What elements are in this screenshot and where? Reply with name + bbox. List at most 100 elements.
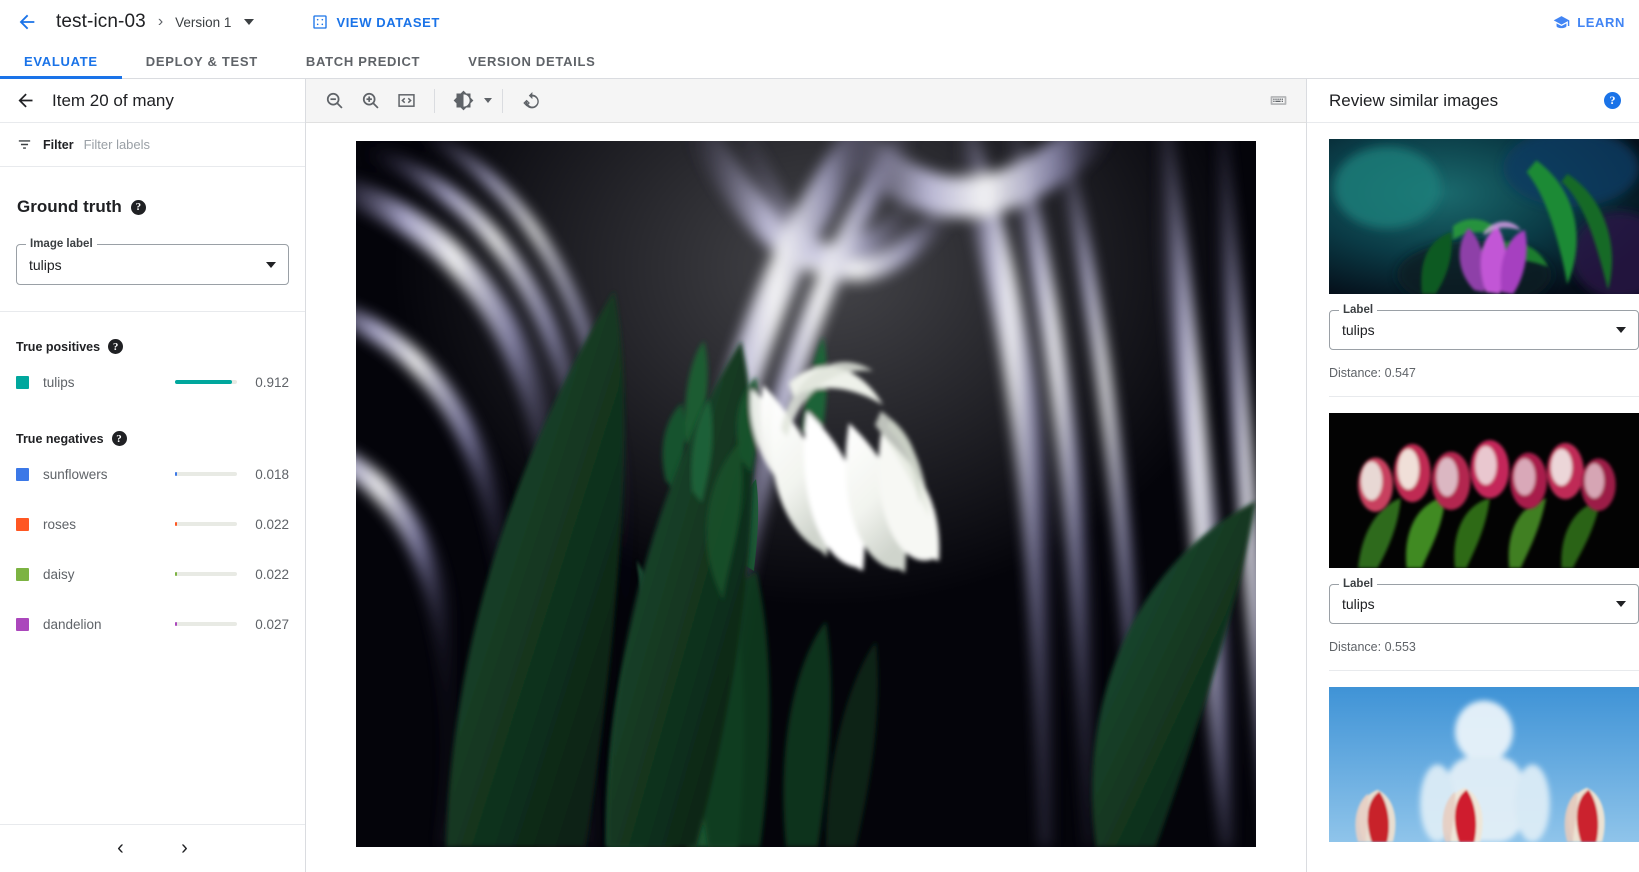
keyboard-shortcuts-button[interactable] xyxy=(1260,83,1296,119)
score-bar-fill xyxy=(175,522,177,526)
chevron-down-icon xyxy=(1616,601,1626,607)
image-viewer xyxy=(306,79,1306,872)
similar-image-thumbnail[interactable] xyxy=(1329,687,1639,842)
zoom-in-icon xyxy=(360,90,381,111)
similar-image-graphic-3 xyxy=(1329,687,1639,842)
model-name: test-icn-03 xyxy=(56,11,146,33)
similar-images-list[interactable]: Label tulips Distance: 0.547 xyxy=(1307,123,1639,872)
similar-label-legend: Label xyxy=(1339,304,1377,316)
prediction-row: sunflowers 0.018 xyxy=(16,452,289,496)
toolbar-divider xyxy=(434,89,435,113)
true-negatives-heading: True negatives ? xyxy=(16,431,289,446)
filter-label: Filter xyxy=(43,138,74,152)
view-dataset-button[interactable]: VIEW DATASET xyxy=(312,14,440,30)
similar-label-value: tulips xyxy=(1342,322,1375,338)
similar-label-select[interactable]: Label tulips xyxy=(1329,584,1639,624)
tab-version-details[interactable]: VERSION DETAILS xyxy=(444,44,619,78)
score-bar xyxy=(175,380,237,384)
legend-swatch xyxy=(16,376,29,389)
score-bar-fill xyxy=(175,472,177,476)
filter-input[interactable]: Filter labels xyxy=(84,137,150,152)
similar-image-thumbnail[interactable] xyxy=(1329,413,1639,568)
similar-image-card: Label tulips xyxy=(1329,671,1639,842)
similar-image-card: Label tulips Distance: 0.553 xyxy=(1329,397,1639,671)
help-icon[interactable]: ? xyxy=(108,339,123,354)
similar-distance: Distance: 0.547 xyxy=(1329,366,1639,380)
similar-label-legend: Label xyxy=(1339,578,1377,590)
filter-bar[interactable]: Filter Filter labels xyxy=(0,123,305,167)
arrow-back-icon xyxy=(15,90,36,111)
legend-swatch xyxy=(16,468,29,481)
left-panel-header: Item 20 of many xyxy=(0,79,305,123)
prediction-score: 0.018 xyxy=(237,467,289,482)
item-navigation: ‹ › xyxy=(0,824,305,872)
similar-image-graphic-1 xyxy=(1329,139,1639,294)
similar-image-thumbnail[interactable] xyxy=(1329,139,1639,294)
help-icon[interactable]: ? xyxy=(131,200,146,215)
image-label-legend: Image label xyxy=(26,238,97,250)
prediction-score: 0.022 xyxy=(237,517,289,532)
fit-to-width-icon xyxy=(396,90,417,111)
tab-evaluate[interactable]: EVALUATE xyxy=(0,44,122,78)
main-image[interactable] xyxy=(356,141,1256,847)
breadcrumb-separator: › xyxy=(158,13,163,31)
zoom-in-button[interactable] xyxy=(352,83,388,119)
item-back-button[interactable] xyxy=(8,84,42,118)
brightness-dropdown-caret[interactable] xyxy=(484,98,492,103)
version-selector[interactable]: Version 1 xyxy=(175,15,254,30)
brightness-contrast-button[interactable] xyxy=(445,83,481,119)
similar-image-card: Label tulips Distance: 0.547 xyxy=(1329,123,1639,397)
tab-deploy-and-test[interactable]: DEPLOY & TEST xyxy=(122,44,282,78)
ground-truth-heading: Ground truth ? xyxy=(16,197,289,217)
image-label-select[interactable]: Image label tulips xyxy=(16,244,289,285)
fit-to-width-button[interactable] xyxy=(388,83,424,119)
ground-truth-label: Ground truth xyxy=(17,197,122,217)
true-positives-label: True positives xyxy=(16,340,100,354)
back-button[interactable] xyxy=(10,5,44,39)
help-icon[interactable]: ? xyxy=(112,431,127,446)
chevron-down-icon xyxy=(266,262,276,268)
tab-bar: EVALUATE DEPLOY & TEST BATCH PREDICT VER… xyxy=(0,44,1639,79)
similar-label-value: tulips xyxy=(1342,596,1375,612)
image-label-value: tulips xyxy=(29,257,62,273)
learn-label: LEARN xyxy=(1577,15,1625,30)
next-item-button[interactable]: › xyxy=(168,832,202,866)
chevron-down-icon xyxy=(244,19,254,25)
right-panel-header: Review similar images ? xyxy=(1307,79,1639,123)
previous-item-button[interactable]: ‹ xyxy=(104,832,138,866)
top-header: test-icn-03 › Version 1 VIEW DATASET LEA… xyxy=(0,0,1639,44)
score-bar xyxy=(175,622,237,626)
prediction-row: daisy 0.022 xyxy=(16,552,289,596)
prediction-score: 0.027 xyxy=(237,617,289,632)
filter-list-icon xyxy=(16,136,33,153)
score-bar-fill xyxy=(175,572,177,576)
brightness-contrast-icon xyxy=(453,90,474,111)
graduation-cap-icon xyxy=(1553,14,1570,31)
viewer-toolbar xyxy=(306,79,1306,123)
prediction-row: tulips 0.912 xyxy=(16,360,289,404)
score-bar xyxy=(175,472,237,476)
learn-button[interactable]: LEARN xyxy=(1553,14,1625,31)
rotate-reset-icon xyxy=(520,90,542,112)
prediction-label: dandelion xyxy=(43,617,175,632)
main-body: Item 20 of many Filter Filter labels Gro… xyxy=(0,79,1639,872)
zoom-out-icon xyxy=(324,90,345,111)
tab-batch-predict[interactable]: BATCH PREDICT xyxy=(282,44,444,78)
true-negatives-label: True negatives xyxy=(16,432,104,446)
legend-swatch xyxy=(16,618,29,631)
help-icon[interactable]: ? xyxy=(1604,92,1621,109)
version-label: Version 1 xyxy=(175,15,231,30)
right-panel: Review similar images ? xyxy=(1306,79,1639,872)
section-divider xyxy=(0,311,305,312)
legend-swatch xyxy=(16,518,29,531)
dataset-grid-icon xyxy=(312,14,328,30)
rotate-reset-button[interactable] xyxy=(513,83,549,119)
prediction-row: dandelion 0.027 xyxy=(16,602,289,646)
prediction-score: 0.022 xyxy=(237,567,289,582)
app-root: test-icn-03 › Version 1 VIEW DATASET LEA… xyxy=(0,0,1639,872)
similar-label-select[interactable]: Label tulips xyxy=(1329,310,1639,350)
zoom-out-button[interactable] xyxy=(316,83,352,119)
toolbar-divider xyxy=(502,89,503,113)
view-dataset-label: VIEW DATASET xyxy=(336,15,440,30)
prediction-row: roses 0.022 xyxy=(16,502,289,546)
